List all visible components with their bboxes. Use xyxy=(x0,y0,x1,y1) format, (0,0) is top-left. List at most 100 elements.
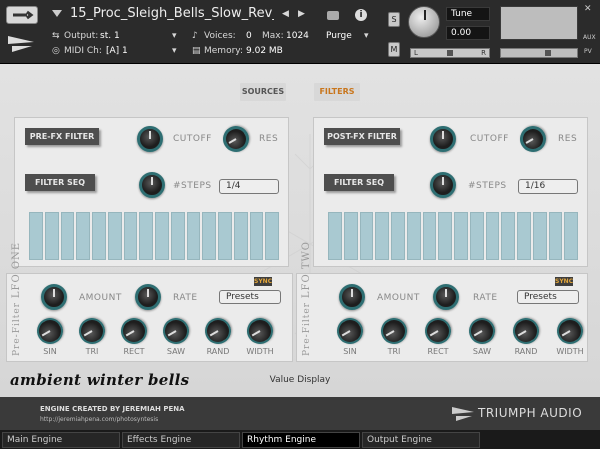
seq-step[interactable] xyxy=(29,212,43,260)
post-steps-knob[interactable] xyxy=(430,172,456,198)
lfo-one-shape-knob[interactable] xyxy=(74,313,110,349)
lfo-two-shape-knob[interactable] xyxy=(332,313,368,349)
max-value[interactable]: 1024 xyxy=(286,31,309,41)
credit-url[interactable]: http://jeremiahpena.com/photosyntesis xyxy=(40,416,158,423)
seq-step[interactable] xyxy=(92,212,106,260)
close-icon[interactable]: ✕ xyxy=(584,4,592,14)
tune-value[interactable]: 0.00 xyxy=(446,26,490,40)
lfo-two-shape-knob[interactable] xyxy=(420,313,456,349)
tab-filters[interactable]: FILTERS xyxy=(314,83,360,101)
post-step-sequencer[interactable] xyxy=(328,212,578,260)
pre-filter-seq-button[interactable]: FILTER SEQ xyxy=(25,174,95,191)
seq-step[interactable] xyxy=(202,212,216,260)
seq-step[interactable] xyxy=(107,212,122,260)
seq-step[interactable] xyxy=(186,212,201,260)
seq-step[interactable] xyxy=(438,212,452,260)
memory-icon: ▤ xyxy=(192,46,201,56)
lfo-two-shape-knob[interactable] xyxy=(508,313,544,349)
seq-step[interactable] xyxy=(249,212,264,260)
tab-effects-engine[interactable]: Effects Engine xyxy=(122,432,240,448)
lfo-two-shape-knob[interactable] xyxy=(464,313,500,349)
lfo-two-amount-knob[interactable] xyxy=(339,284,365,310)
seq-step[interactable] xyxy=(328,212,342,260)
camera-icon[interactable] xyxy=(327,11,339,20)
post-cutoff-knob[interactable] xyxy=(430,126,456,152)
seq-step[interactable] xyxy=(60,212,75,260)
tune-knob[interactable] xyxy=(408,6,440,38)
lfo-one-presets-dropdown[interactable]: Presets xyxy=(219,290,281,304)
seq-step[interactable] xyxy=(123,212,138,260)
solo-button[interactable]: S xyxy=(388,12,400,27)
pan-handle[interactable] xyxy=(447,50,453,56)
tab-sources[interactable]: SOURCES xyxy=(240,83,286,101)
seq-step[interactable] xyxy=(170,212,185,260)
tab-main-engine[interactable]: Main Engine xyxy=(2,432,120,448)
seq-step[interactable] xyxy=(532,212,547,260)
pv-button[interactable]: PV xyxy=(584,48,592,55)
post-res-knob[interactable] xyxy=(515,121,551,157)
seq-step[interactable] xyxy=(265,212,279,260)
lfo-two-presets-dropdown[interactable]: Presets xyxy=(517,290,579,304)
lfo-one-rate-knob[interactable] xyxy=(135,284,161,310)
seq-step[interactable] xyxy=(44,212,59,260)
seq-step[interactable] xyxy=(391,212,405,260)
seq-step[interactable] xyxy=(155,212,169,260)
seq-step[interactable] xyxy=(76,212,90,260)
aux-button[interactable]: AUX xyxy=(583,34,596,41)
lfo-two-amount-label: AMOUNT xyxy=(377,293,420,303)
tab-output-engine[interactable]: Output Engine xyxy=(362,432,480,448)
seq-step[interactable] xyxy=(422,212,437,260)
volume-handle[interactable] xyxy=(545,50,551,56)
lfo-one-amount-knob[interactable] xyxy=(41,284,67,310)
lfo-two-shape-knob[interactable] xyxy=(552,313,588,349)
pre-fx-filter-button[interactable]: PRE-FX FILTER xyxy=(25,128,99,145)
midi-dropdown-icon[interactable]: ▾ xyxy=(172,46,177,56)
instrument-name[interactable]: 15_Proc_Sleigh_Bells_Slow_Rev_Sw xyxy=(70,6,274,21)
seq-step[interactable] xyxy=(501,212,515,260)
midi-value[interactable]: [A] 1 xyxy=(106,46,128,56)
lfo-one-sync-button[interactable]: SYNC xyxy=(254,277,272,286)
pre-res-knob[interactable] xyxy=(218,121,254,157)
pre-steps-field[interactable]: 1/4 xyxy=(219,179,279,194)
pre-cutoff-knob[interactable] xyxy=(137,126,163,152)
seq-step[interactable] xyxy=(406,212,421,260)
output-dropdown-icon[interactable]: ▾ xyxy=(172,31,177,41)
lfo-two-shape-knob[interactable] xyxy=(376,313,412,349)
volume-slider[interactable] xyxy=(500,48,578,58)
lfo-one-shape-knob[interactable] xyxy=(200,313,236,349)
mute-button[interactable]: M xyxy=(388,42,400,57)
info-icon[interactable]: i xyxy=(355,9,367,21)
lfo-one-shape-knob[interactable] xyxy=(116,313,152,349)
post-filter-seq-button[interactable]: FILTER SEQ xyxy=(324,174,394,191)
seq-step[interactable] xyxy=(375,212,389,260)
lfo-one-shape-knob[interactable] xyxy=(158,313,194,349)
seq-step[interactable] xyxy=(218,212,232,260)
post-steps-field[interactable]: 1/16 xyxy=(518,179,578,194)
output-value[interactable]: st. 1 xyxy=(100,31,120,41)
lfo-one-shape-knob[interactable] xyxy=(242,313,278,349)
seq-step[interactable] xyxy=(485,212,500,260)
seq-step[interactable] xyxy=(517,212,531,260)
next-instrument-icon[interactable]: ▶ xyxy=(298,9,305,19)
purge-button[interactable]: Purge xyxy=(326,31,352,41)
lfo-two-rate-knob[interactable] xyxy=(433,284,459,310)
prev-instrument-icon[interactable]: ◀ xyxy=(282,9,289,19)
seq-step[interactable] xyxy=(469,212,484,260)
seq-step[interactable] xyxy=(233,212,248,260)
pre-step-sequencer[interactable] xyxy=(29,212,279,260)
lfo-one-shape-knob[interactable] xyxy=(32,313,68,349)
seq-step[interactable] xyxy=(454,212,468,260)
wrench-button[interactable] xyxy=(6,6,38,24)
seq-step[interactable] xyxy=(548,212,563,260)
seq-step[interactable] xyxy=(564,212,578,260)
collapse-arrow-icon[interactable] xyxy=(52,10,62,17)
purge-dropdown-icon[interactable]: ▾ xyxy=(364,31,369,41)
pre-steps-knob[interactable] xyxy=(139,172,165,198)
seq-step[interactable] xyxy=(359,212,374,260)
post-fx-filter-button[interactable]: POST-FX FILTER xyxy=(324,128,400,145)
tab-rhythm-engine[interactable]: Rhythm Engine xyxy=(242,432,360,448)
seq-step[interactable] xyxy=(343,212,358,260)
lfo-two-sync-button[interactable]: SYNC xyxy=(555,277,573,286)
seq-step[interactable] xyxy=(139,212,153,260)
pan-slider[interactable]: L R xyxy=(410,48,490,58)
